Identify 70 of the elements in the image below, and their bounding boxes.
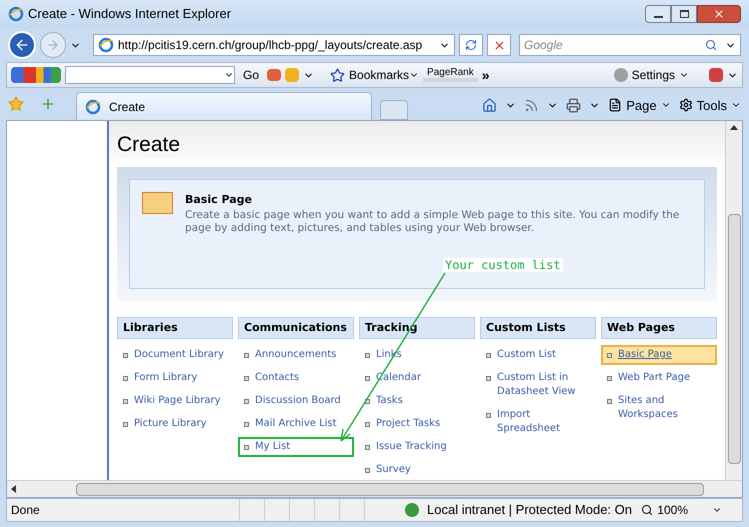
security-zone: Local intranet | Protected Mode: On [427,501,632,520]
category-header: Web Pages [601,317,717,339]
scroll-up-arrow-icon[interactable] [730,125,738,130]
maximize-icon [680,10,688,18]
star-icon[interactable] [330,68,346,82]
create-link[interactable]: Sites and Workspaces [601,391,717,425]
refresh-icon [465,39,477,51]
back-button[interactable] [8,31,36,59]
horizontal-scrollbar[interactable] [7,480,742,497]
create-link[interactable]: Project Tasks [359,414,475,434]
tools-menu[interactable]: Tools [678,96,741,115]
maximize-button[interactable] [671,5,697,23]
create-link[interactable]: Announcements [238,345,354,365]
stop-button[interactable] [487,34,511,56]
annotation-label: Your custom list [443,258,563,272]
minimize-button[interactable] [645,5,671,23]
create-link[interactable]: Custom List in Datasheet View [480,368,596,402]
category-header: Custom Lists [480,317,596,339]
gear-icon [678,98,693,112]
forward-arrow-icon [46,38,60,52]
page-title: Create [117,134,180,156]
scroll-left-arrow-icon[interactable] [11,485,16,493]
create-link[interactable]: Picture Library [117,414,233,434]
create-link[interactable]: Import Spreadsheet [480,405,596,439]
browser-tab[interactable]: Create [76,92,372,120]
preview-description: Create a basic page when you want to add a simple Web page to this site. You can modify the page by adding text, pictures, and tables using your Web browser. [185,208,680,235]
pagerank-button[interactable]: PageRank [423,68,478,82]
create-link[interactable]: Issue Tracking [359,437,475,457]
close-button[interactable] [697,5,741,23]
window-title: Create - Windows Internet Explorer [28,5,232,24]
more-button[interactable]: » [482,64,490,86]
create-link[interactable]: Contacts [238,368,354,388]
close-icon [713,8,725,20]
status-text: Done [11,502,41,519]
create-link[interactable]: Form Library [117,368,233,388]
minimize-icon [654,16,662,18]
create-link[interactable]: Discussion Board [238,391,354,411]
network-icon [405,503,419,517]
browser-logo-icon [8,6,24,22]
create-link[interactable]: Mail Archive List [238,414,354,434]
vertical-scrollbar[interactable] [725,121,742,480]
create-link[interactable]: My List [238,437,354,457]
create-link[interactable]: Tasks [359,391,475,411]
search-field[interactable]: Google [519,34,741,56]
category-header: Libraries [117,317,233,339]
stop-icon [492,38,506,52]
bookmarks-button[interactable]: Bookmarks [349,66,420,84]
category-header: Communications [238,317,354,339]
home-icon[interactable] [482,98,498,113]
create-link[interactable]: Document Library [117,345,233,365]
search-input[interactable]: Google [524,36,705,54]
zoom-button[interactable]: 100% [641,501,738,519]
create-link[interactable]: Custom List [480,345,596,365]
create-link[interactable]: Basic Page [601,345,717,365]
feed-icon[interactable] [524,98,540,113]
address-field[interactable]: http://pcitis19.cern.ch/group/lhcb-ppg/_layouts/create.asp [93,34,455,56]
settings-button[interactable]: Settings [614,66,689,84]
zoom-icon [641,504,654,516]
refresh-button[interactable] [459,34,483,56]
create-link[interactable]: Web Part Page [601,368,717,388]
go-button[interactable]: Go [239,66,264,84]
create-link[interactable]: Wiki Page Library [117,391,233,411]
search-icon[interactable] [705,39,717,51]
print-icon[interactable] [566,98,582,113]
preview-title: Basic Page [185,192,253,208]
page-menu[interactable]: Page [608,96,671,115]
favorites-star-icon[interactable] [8,96,24,112]
toolbar-tool-icon[interactable] [267,69,282,81]
page-preview-icon [142,192,173,214]
create-link[interactable]: Survey [359,460,475,480]
